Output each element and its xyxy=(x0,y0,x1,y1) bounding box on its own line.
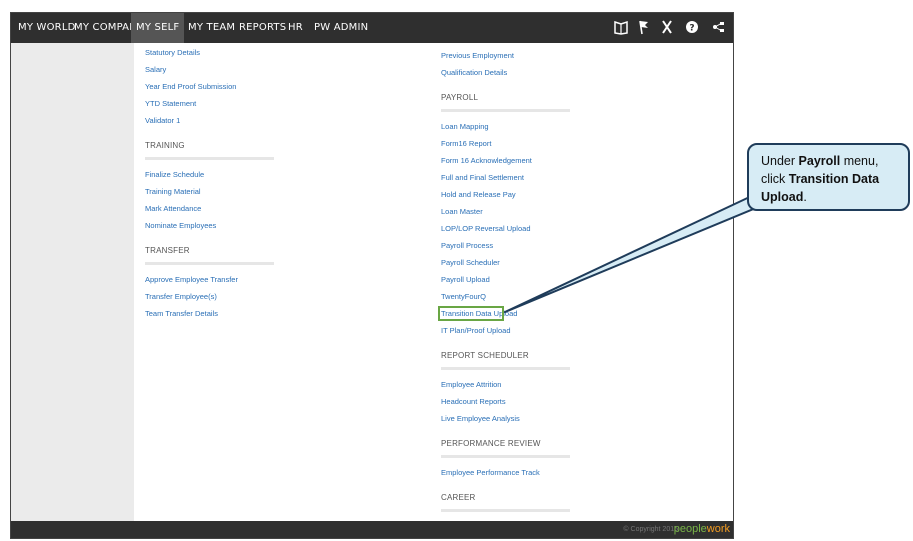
section-header-report-scheduler: REPORT SCHEDULER xyxy=(441,351,529,360)
share-icon[interactable] xyxy=(711,19,727,37)
section-header-career: CAREER xyxy=(441,493,476,502)
menu-link-payroll-upload[interactable]: Payroll Upload xyxy=(441,275,490,284)
menu-link-year-end-proof[interactable]: Year End Proof Submission xyxy=(145,82,236,91)
nav-my-world[interactable]: MY WORLD xyxy=(18,13,76,43)
callout-bold-payroll: Payroll xyxy=(798,154,841,168)
menu-link-training-material[interactable]: Training Material xyxy=(145,187,201,196)
menu-link-previous-employment[interactable]: Previous Employment xyxy=(441,51,514,60)
menu-link-employee-attrition[interactable]: Employee Attrition xyxy=(441,380,501,389)
menu-link-mark-attendance[interactable]: Mark Attendance xyxy=(145,204,201,213)
tools-icon[interactable] xyxy=(659,19,675,37)
nav-reports[interactable]: REPORTS xyxy=(239,13,286,43)
section-divider xyxy=(145,262,274,265)
instruction-callout: Under Payroll menu, click Transition Dat… xyxy=(747,143,910,211)
menu-link-it-plan-proof-upload[interactable]: IT Plan/Proof Upload xyxy=(441,326,511,335)
menu-link-lop-reversal-upload[interactable]: LOP/LOP Reversal Upload xyxy=(441,224,531,233)
menu-link-employee-performance-track[interactable]: Employee Performance Track xyxy=(441,468,540,477)
menu-link-approve-employee-transfer[interactable]: Approve Employee Transfer xyxy=(145,275,238,284)
section-divider xyxy=(441,509,570,512)
menu-link-headcount-reports[interactable]: Headcount Reports xyxy=(441,397,506,406)
nav-hr[interactable]: HR xyxy=(288,13,303,43)
nav-my-team[interactable]: MY TEAM xyxy=(188,13,235,43)
menu-link-finalize-schedule[interactable]: Finalize Schedule xyxy=(145,170,204,179)
footer-bar: © Copyright 2015 peoplework xyxy=(11,521,733,538)
menu-link-twentyfourq[interactable]: TwentyFourQ xyxy=(441,292,486,301)
menu-link-salary[interactable]: Salary xyxy=(145,65,166,74)
svg-text:?: ? xyxy=(689,24,694,34)
menu-link-live-employee-analysis[interactable]: Live Employee Analysis xyxy=(441,414,520,423)
menu-link-loan-mapping[interactable]: Loan Mapping xyxy=(441,122,489,131)
menu-link-qualification-details[interactable]: Qualification Details xyxy=(441,68,507,77)
book-icon[interactable] xyxy=(613,19,629,37)
menu-link-ytd-statement[interactable]: YTD Statement xyxy=(145,99,196,108)
top-navigation: MY WORLD MY COMPANY MY SELF MY TEAM REPO… xyxy=(11,13,733,43)
callout-text: Under xyxy=(761,154,799,168)
section-header-performance-review: PERFORMANCE REVIEW xyxy=(441,439,541,448)
menu-link-validator-1[interactable]: Validator 1 xyxy=(145,116,180,125)
nav-pw-admin[interactable]: PW ADMIN xyxy=(314,13,368,43)
menu-link-loan-master[interactable]: Loan Master xyxy=(441,207,483,216)
menu-link-statutory-details[interactable]: Statutory Details xyxy=(145,48,200,57)
callout-text: . xyxy=(803,190,807,204)
section-divider xyxy=(441,109,570,112)
menu-link-form16-acknowledgement[interactable]: Form 16 Acknowledgement xyxy=(441,156,532,165)
menu-link-full-and-final-settlement[interactable]: Full and Final Settlement xyxy=(441,173,524,182)
highlight-box xyxy=(438,306,504,321)
menu-link-hold-and-release-pay[interactable]: Hold and Release Pay xyxy=(441,190,516,199)
left-sidebar xyxy=(11,43,134,521)
menu-link-nominate-employees[interactable]: Nominate Employees xyxy=(145,221,216,230)
section-divider xyxy=(145,157,274,160)
brand-logo: peoplework xyxy=(673,523,730,535)
menu-link-payroll-scheduler[interactable]: Payroll Scheduler xyxy=(441,258,500,267)
app-window: MY WORLD MY COMPANY MY SELF MY TEAM REPO… xyxy=(10,12,734,539)
flag-icon[interactable] xyxy=(636,19,652,37)
section-header-payroll: PAYROLL xyxy=(441,93,479,102)
nav-my-self[interactable]: MY SELF xyxy=(131,13,185,43)
section-divider xyxy=(441,367,570,370)
menu-link-team-transfer-details[interactable]: Team Transfer Details xyxy=(145,309,218,318)
menu-content: Statutory Details Salary Year End Proof … xyxy=(134,43,733,521)
section-header-training: TRAINING xyxy=(145,141,185,150)
menu-link-payroll-process[interactable]: Payroll Process xyxy=(441,241,493,250)
copyright-text: © Copyright 2015 xyxy=(623,526,678,533)
section-header-transfer: TRANSFER xyxy=(145,246,190,255)
menu-link-form16-report[interactable]: Form16 Report xyxy=(441,139,491,148)
menu-link-transfer-employees[interactable]: Transfer Employee(s) xyxy=(145,292,217,301)
help-icon[interactable]: ? xyxy=(684,19,700,37)
section-divider xyxy=(441,455,570,458)
